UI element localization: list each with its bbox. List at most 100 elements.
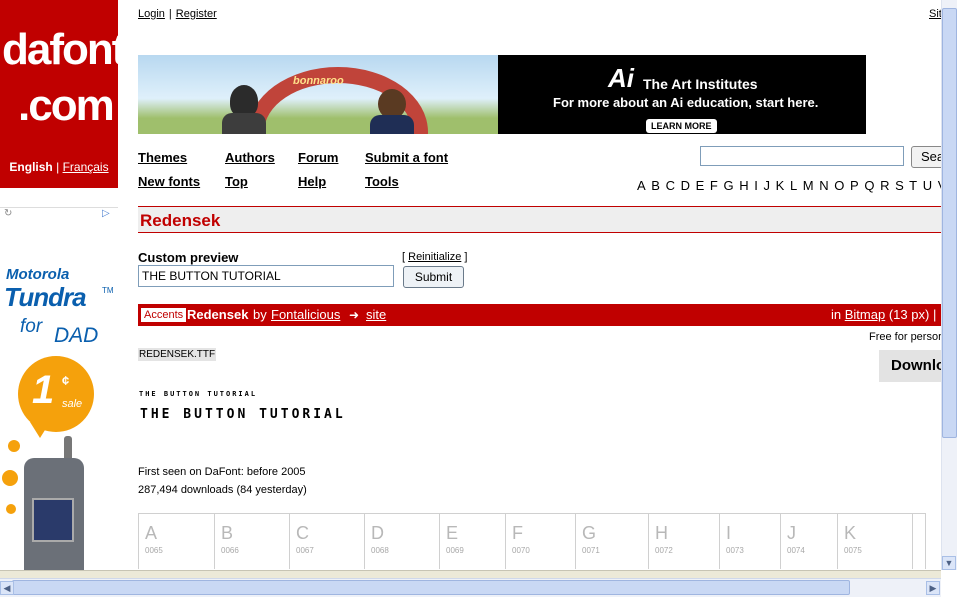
category-link[interactable]: Bitmap: [845, 307, 885, 322]
ad-sale-text: sale: [62, 398, 83, 410]
ad-brand: Motorola: [6, 266, 70, 283]
alpha-link-l[interactable]: L: [790, 178, 797, 193]
page-title: Redensek: [140, 211, 221, 230]
reinitialize-control: [ Reinitialize ]: [402, 251, 467, 263]
ad-decor-dot: [2, 470, 18, 486]
char-code: 0072: [655, 546, 673, 555]
char-cell[interactable]: D 0068: [365, 514, 440, 569]
author-link[interactable]: Fontalicious: [271, 307, 340, 322]
char-code: 0068: [371, 546, 389, 555]
ad-choices-icon[interactable]: ▷: [102, 208, 110, 219]
char-glyph: C: [296, 523, 309, 543]
char-code: 0073: [726, 546, 744, 555]
char-glyph: H: [655, 523, 668, 543]
alpha-link-s[interactable]: S: [895, 178, 904, 193]
alpha-link-o[interactable]: O: [834, 178, 844, 193]
font-header-bar: Accents Redensek by Fontalicious ➜ site …: [138, 304, 957, 326]
nav-new-fonts[interactable]: New fonts: [138, 174, 200, 189]
site-link[interactable]: Sit: [929, 8, 942, 20]
alpha-link-c[interactable]: C: [666, 178, 675, 193]
nav-tools[interactable]: Tools: [365, 174, 399, 189]
char-cell[interactable]: E 0069: [440, 514, 506, 569]
char-code: 0067: [296, 546, 314, 555]
scroll-down-arrow-icon[interactable]: ▼: [942, 556, 956, 570]
page-title-bar: Redensek: [138, 206, 957, 233]
alpha-link-p[interactable]: P: [850, 178, 859, 193]
alpha-link-f[interactable]: F: [710, 178, 718, 193]
left-advertisement[interactable]: ↻ ▷ Motorola Tundra TM for DAD 1 ¢ sale: [0, 207, 118, 570]
alpha-link-a[interactable]: A: [637, 178, 646, 193]
nav-help[interactable]: Help: [298, 174, 326, 189]
char-cell[interactable]: J 0074: [781, 514, 838, 569]
learn-more-button[interactable]: LEARN MORE: [646, 119, 717, 133]
by-label: by: [253, 307, 267, 322]
nav-authors[interactable]: Authors: [225, 150, 275, 165]
submit-button[interactable]: Submit: [403, 266, 464, 288]
banner-photo: bonnaroo: [138, 55, 498, 134]
horizontal-scroll-thumb[interactable]: [12, 580, 850, 595]
alpha-link-t[interactable]: T: [909, 178, 917, 193]
external-site-icon: ➜: [349, 308, 360, 322]
char-code: 0071: [582, 546, 600, 555]
alpha-link-g[interactable]: G: [724, 178, 734, 193]
logo-text-line1: dafont: [2, 25, 126, 74]
alpha-link-k[interactable]: K: [776, 178, 785, 193]
search-input[interactable]: [700, 146, 904, 166]
reinitialize-link[interactable]: Reinitialize: [408, 251, 461, 263]
alpha-link-i[interactable]: I: [754, 178, 758, 193]
status-bar: [0, 570, 941, 578]
alpha-link-m[interactable]: M: [803, 178, 814, 193]
scroll-right-arrow-icon[interactable]: ▶: [926, 581, 940, 595]
author-site-link[interactable]: site: [366, 307, 386, 322]
dafont-logo[interactable]: dafont .com English | Français: [0, 0, 126, 188]
alpha-link-u[interactable]: U: [923, 178, 932, 193]
account-links: Login | Register: [138, 8, 217, 20]
banner-arch-text: bonnaroo: [293, 75, 344, 87]
login-link[interactable]: Login: [138, 8, 165, 20]
scroll-left-arrow-icon[interactable]: ◀: [0, 581, 14, 595]
char-code: 0066: [221, 546, 239, 555]
char-cell[interactable]: K 0075: [838, 514, 913, 569]
alpha-link-q[interactable]: Q: [864, 178, 874, 193]
alpha-link-h[interactable]: H: [739, 178, 748, 193]
char-cell[interactable]: C 0067: [290, 514, 365, 569]
alpha-link-d[interactable]: D: [681, 178, 690, 193]
char-cell[interactable]: H 0072: [649, 514, 720, 569]
char-glyph: B: [221, 523, 234, 543]
nav-themes[interactable]: Themes: [138, 150, 187, 165]
char-cell[interactable]: B 0066: [215, 514, 290, 569]
register-link[interactable]: Register: [176, 8, 217, 20]
char-cell[interactable]: I 0073: [720, 514, 781, 569]
language-separator: |: [56, 160, 60, 174]
language-switcher: English | Français: [0, 160, 118, 174]
char-code: 0074: [787, 546, 805, 555]
banner-advertisement[interactable]: bonnaroo Ai The Art Institutes For more …: [138, 55, 866, 134]
category-info: in Bitmap (13 px) |: [831, 307, 936, 322]
ad-refresh-icon[interactable]: ↻: [4, 208, 12, 219]
char-cell[interactable]: F 0070: [506, 514, 576, 569]
char-code: 0070: [512, 546, 530, 555]
nav-top[interactable]: Top: [225, 174, 248, 189]
char-glyph: F: [512, 523, 523, 543]
char-code: 0069: [446, 546, 464, 555]
language-link-francais[interactable]: Français: [63, 160, 109, 174]
custom-preview-input[interactable]: [138, 265, 394, 287]
nav-submit-font[interactable]: Submit a font: [365, 150, 448, 165]
alpha-link-j[interactable]: J: [764, 178, 771, 193]
alpha-link-b[interactable]: B: [651, 178, 660, 193]
vertical-scroll-thumb[interactable]: [942, 8, 957, 438]
link-separator: |: [168, 8, 172, 20]
accents-badge: Accents: [141, 308, 187, 322]
char-cell[interactable]: G 0071: [576, 514, 649, 569]
nav-forum[interactable]: Forum: [298, 150, 338, 165]
char-glyph: E: [446, 523, 459, 543]
ad-phone-screen: [32, 498, 74, 542]
alpha-link-r[interactable]: R: [880, 178, 889, 193]
license-text: Free for persor: [869, 331, 942, 343]
char-glyph: J: [787, 523, 796, 543]
ad-decor-dot: [6, 504, 16, 514]
font-preview-small: THE BUTTON TUTORIAL: [139, 390, 258, 398]
alpha-link-e[interactable]: E: [696, 178, 705, 193]
alpha-link-n[interactable]: N: [819, 178, 828, 193]
char-cell[interactable]: A 0065: [139, 514, 215, 569]
